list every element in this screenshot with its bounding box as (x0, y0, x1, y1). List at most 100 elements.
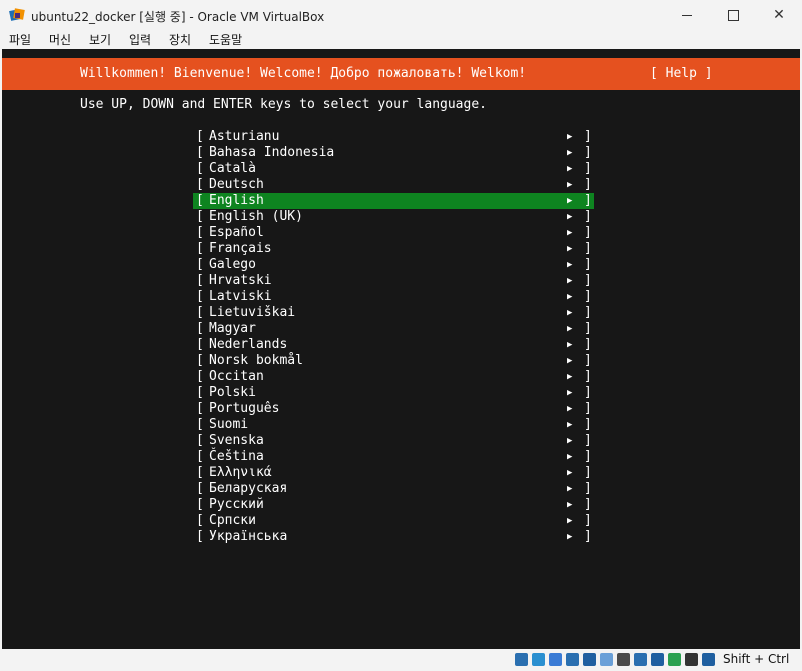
chevron-right-icon: ▶ (567, 436, 573, 446)
language-label: Galego (209, 257, 256, 272)
language-option[interactable]: [Deutsch ▶] (193, 177, 594, 193)
chevron-right-icon: ▶ (567, 484, 573, 494)
chevron-right-icon: ▶ (567, 148, 573, 158)
chevron-right-icon: ▶ (567, 196, 573, 206)
chevron-right-icon: ▶ (567, 388, 573, 398)
language-label: Magyar (209, 321, 256, 336)
hard-disk-icon[interactable] (515, 653, 528, 666)
menu-help[interactable]: 도움말 (209, 31, 242, 48)
language-label: Nederlands (209, 337, 288, 352)
language-bracket-left: [ (196, 529, 204, 544)
language-label: Português (209, 401, 280, 416)
language-option[interactable]: [Suomi ▶] (193, 417, 594, 433)
language-label: Norsk bokmål (209, 353, 303, 368)
language-option[interactable]: [English (UK) ▶] (193, 209, 594, 225)
language-bracket-right: ] (584, 369, 592, 384)
language-option[interactable]: [Asturianu ▶] (193, 129, 594, 145)
language-bracket-left: [ (196, 417, 204, 432)
language-option[interactable]: [Беларуская ▶] (193, 481, 594, 497)
language-bracket-right: ] (584, 401, 592, 416)
language-label: Polski (209, 385, 256, 400)
language-bracket-left: [ (196, 177, 204, 192)
language-bracket-left: [ (196, 497, 204, 512)
language-bracket-left: [ (196, 449, 204, 464)
video-capture-icon[interactable] (634, 653, 647, 666)
chevron-right-icon: ▶ (567, 452, 573, 462)
chevron-right-icon: ▶ (567, 500, 573, 510)
language-option[interactable]: [Hrvatski ▶] (193, 273, 594, 289)
maximize-button[interactable] (710, 0, 756, 30)
language-bracket-right: ] (584, 465, 592, 480)
language-option[interactable]: [Español ▶] (193, 225, 594, 241)
language-option[interactable]: [Galego ▶] (193, 257, 594, 273)
language-option[interactable]: [Српски ▶] (193, 513, 594, 529)
window-title: ubuntu22_docker [실행 중] - Oracle VM Virtu… (31, 10, 325, 24)
banner-text: Willkommen! Bienvenue! Welcome! Добро по… (80, 66, 527, 81)
language-bracket-left: [ (196, 241, 204, 256)
usb-icon[interactable] (583, 653, 596, 666)
language-bracket-right: ] (584, 257, 592, 272)
language-label: English (209, 193, 264, 208)
language-option[interactable]: [Français ▶] (193, 241, 594, 257)
menu-devices[interactable]: 장치 (169, 31, 191, 48)
language-option[interactable]: [Català ▶] (193, 161, 594, 177)
help-button[interactable]: [ Help ] (650, 66, 713, 81)
menu-bar: 파일 머신 보기 입력 장치 도움말 (0, 30, 802, 49)
optical-drive-icon[interactable] (532, 653, 545, 666)
shared-folder-icon[interactable] (600, 653, 613, 666)
display-icon[interactable] (617, 653, 630, 666)
language-option[interactable]: [Ελληνικά ▶] (193, 465, 594, 481)
instruction-text: Use UP, DOWN and ENTER keys to select yo… (80, 97, 487, 112)
mouse-integration-icon[interactable] (685, 653, 698, 666)
close-button[interactable]: ✕ (756, 0, 802, 30)
language-bracket-right: ] (584, 433, 592, 448)
language-option[interactable]: [Українська ▶] (193, 529, 594, 545)
language-bracket-right: ] (584, 513, 592, 528)
menu-machine[interactable]: 머신 (49, 31, 71, 48)
language-label: Español (209, 225, 264, 240)
language-label: Français (209, 241, 272, 256)
network-icon[interactable] (566, 653, 579, 666)
language-bracket-left: [ (196, 273, 204, 288)
menu-file[interactable]: 파일 (9, 31, 31, 48)
language-bracket-left: [ (196, 257, 204, 272)
audio-icon[interactable] (549, 653, 562, 666)
language-bracket-right: ] (584, 449, 592, 464)
language-option[interactable]: [Magyar ▶] (193, 321, 594, 337)
language-bracket-right: ] (584, 273, 592, 288)
vm-screen[interactable]: Willkommen! Bienvenue! Welcome! Добро по… (2, 49, 800, 649)
language-bracket-right: ] (584, 161, 592, 176)
minimize-button[interactable] (664, 0, 710, 30)
language-option[interactable]: [Norsk bokmål ▶] (193, 353, 594, 369)
chevron-right-icon: ▶ (567, 292, 573, 302)
chevron-right-icon: ▶ (567, 212, 573, 222)
language-option[interactable]: [English ▶] (193, 193, 594, 209)
language-option[interactable]: [Lietuviškai ▶] (193, 305, 594, 321)
language-option[interactable]: [Occitan ▶] (193, 369, 594, 385)
language-label: Русский (209, 497, 264, 512)
language-bracket-right: ] (584, 353, 592, 368)
minimize-icon (682, 14, 692, 16)
chevron-right-icon: ▶ (567, 372, 573, 382)
language-option[interactable]: [Latviski ▶] (193, 289, 594, 305)
language-option[interactable]: [Bahasa Indonesia ▶] (193, 145, 594, 161)
menu-view[interactable]: 보기 (89, 31, 111, 48)
language-label: Svenska (209, 433, 264, 448)
menu-input[interactable]: 입력 (129, 31, 151, 48)
language-bracket-left: [ (196, 337, 204, 352)
language-option[interactable]: [Português ▶] (193, 401, 594, 417)
language-option[interactable]: [Čeština ▶] (193, 449, 594, 465)
chevron-right-icon: ▶ (567, 404, 573, 414)
virtualization-icon[interactable] (651, 653, 664, 666)
language-bracket-right: ] (584, 177, 592, 192)
language-option[interactable]: [Polski ▶] (193, 385, 594, 401)
language-bracket-left: [ (196, 385, 204, 400)
language-option[interactable]: [Русский ▶] (193, 497, 594, 513)
language-bracket-left: [ (196, 129, 204, 144)
language-option[interactable]: [Nederlands ▶] (193, 337, 594, 353)
language-option[interactable]: [Svenska ▶] (193, 433, 594, 449)
keyboard-icon[interactable] (702, 653, 715, 666)
cpu-icon[interactable] (668, 653, 681, 666)
language-bracket-left: [ (196, 161, 204, 176)
chevron-right-icon: ▶ (567, 340, 573, 350)
